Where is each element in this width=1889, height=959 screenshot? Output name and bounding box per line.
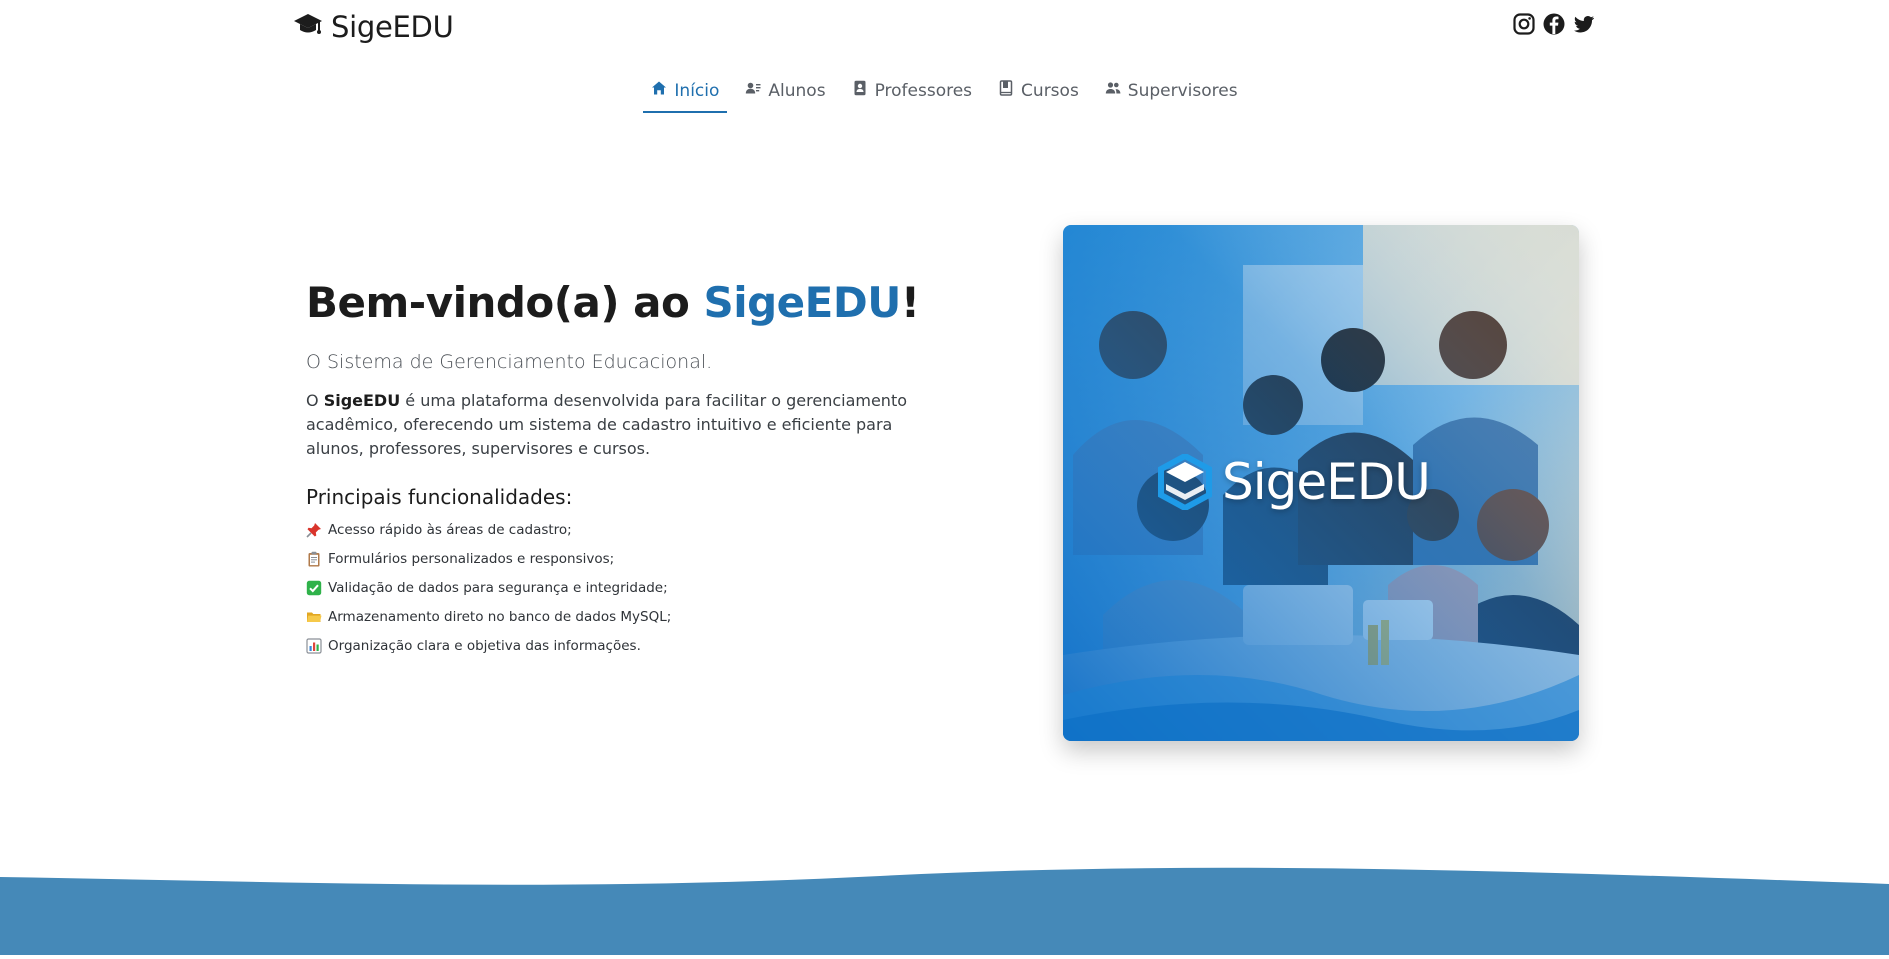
nav-label: Professores <box>874 80 973 101</box>
feature-item: Validação de dados para segurança e inte… <box>306 573 956 602</box>
pushpin-icon <box>306 522 322 538</box>
instagram-icon[interactable] <box>1512 12 1536 36</box>
hexagon-logo-icon <box>1158 454 1212 510</box>
graduation-cap-icon <box>293 12 323 42</box>
nav-item-professores[interactable]: Professores <box>844 72 980 113</box>
hero-image: SigeEDU <box>1063 225 1579 741</box>
social-links <box>1512 12 1596 36</box>
nav-label: Início <box>674 80 720 101</box>
users-icon <box>1105 80 1121 101</box>
desc-brand: SigeEDU <box>323 391 401 410</box>
nav-label: Supervisores <box>1127 80 1238 101</box>
title-suffix: ! <box>900 278 920 327</box>
hero-description: O SigeEDU é uma plataforma desenvolvida … <box>306 389 936 461</box>
brand-name: SigeEDU <box>331 10 454 44</box>
nav-item-cursos[interactable]: Cursos <box>990 72 1087 113</box>
twitter-icon[interactable] <box>1572 12 1596 36</box>
feature-item: Acesso rápido às áreas de cadastro; <box>306 515 956 544</box>
main-nav: Início Alunos Professores Cursos Supervi… <box>0 72 1889 113</box>
feature-text: Acesso rápido às áreas de cadastro; <box>328 521 572 538</box>
feature-item: Armazenamento direto no banco de dados M… <box>306 602 956 631</box>
clipboard-icon <box>306 551 322 567</box>
desc-prefix: O <box>306 391 324 410</box>
feature-text: Formulários personalizados e responsivos… <box>328 550 615 567</box>
contact-book-icon <box>852 80 868 101</box>
features-list: Acesso rápido às áreas de cadastro; Form… <box>306 515 956 660</box>
hero-subtitle: O Sistema de Gerenciamento Educacional. <box>306 351 713 373</box>
feature-text: Armazenamento direto no banco de dados M… <box>328 608 672 625</box>
feature-text: Validação de dados para segurança e inte… <box>328 579 668 596</box>
feature-text: Organização clara e objetiva das informa… <box>328 637 641 654</box>
feature-item: Formulários personalizados e responsivos… <box>306 544 956 573</box>
nav-label: Cursos <box>1021 80 1079 101</box>
header: SigeEDU <box>0 0 1889 60</box>
title-brand: SigeEDU <box>703 278 901 327</box>
nav-label: Alunos <box>768 80 826 101</box>
folder-icon <box>306 609 322 625</box>
check-mark-icon <box>306 580 322 596</box>
footer-wave <box>0 862 1889 955</box>
nav-item-inicio[interactable]: Início <box>643 72 728 113</box>
image-logo-text: SigeEDU <box>1222 453 1431 511</box>
home-icon <box>651 80 667 101</box>
nav-item-alunos[interactable]: Alunos <box>737 72 833 113</box>
page-title: Bem-vindo(a) ao SigeEDU! <box>306 278 956 327</box>
features-title: Principais funcionalidades: <box>306 485 573 509</box>
facebook-icon[interactable] <box>1542 12 1566 36</box>
hero-section: Bem-vindo(a) ao SigeEDU! O Sistema de Ge… <box>306 278 956 660</box>
book-icon <box>998 80 1014 101</box>
bar-chart-icon <box>306 637 322 654</box>
image-logo: SigeEDU <box>1158 453 1431 511</box>
title-prefix: Bem-vindo(a) ao <box>306 278 704 327</box>
nav-item-supervisores[interactable]: Supervisores <box>1097 72 1246 113</box>
brand-logo-link[interactable]: SigeEDU <box>293 10 454 44</box>
student-card-icon <box>745 80 761 101</box>
feature-item: Organização clara e objetiva das informa… <box>306 631 956 660</box>
